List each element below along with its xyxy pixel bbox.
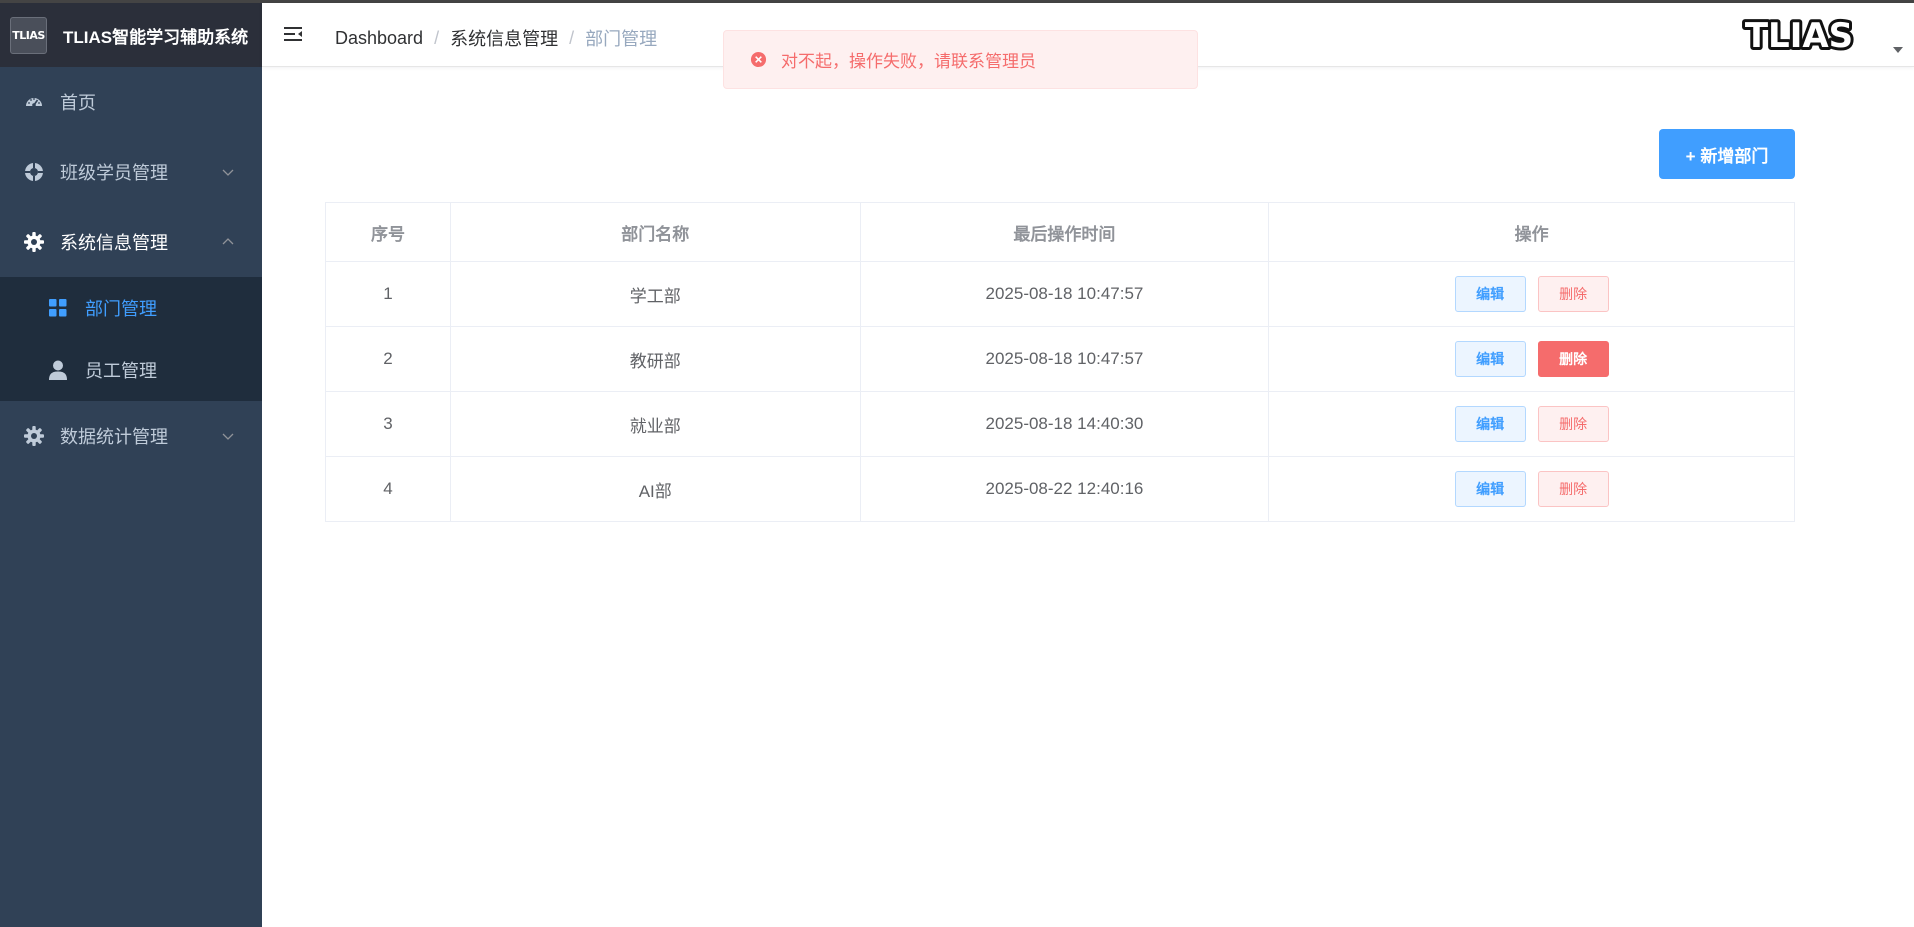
table-row: 4 AI部 2025-08-22 12:40:16 编辑 删除 <box>325 456 1795 522</box>
edit-button[interactable]: 编辑 <box>1454 406 1526 442</box>
breadcrumb-separator: / <box>434 27 440 48</box>
error-message-text: 对不起，操作失败，请联系管理员 <box>781 52 1036 71</box>
chevron-down-icon <box>222 433 234 440</box>
sidebar-item-home[interactable]: 首页 <box>0 67 262 137</box>
logo-mark: TLIAS <box>10 16 47 54</box>
breadcrumb-item-current: 部门管理 <box>585 29 658 49</box>
table-row: 2 教研部 2025-08-18 10:47:57 编辑 删除 <box>325 326 1795 392</box>
sidebar-item-department[interactable]: 部门管理 <box>0 277 262 339</box>
app-title: TLIAS智能学习辅助系统 <box>63 27 249 47</box>
grid-icon <box>47 297 69 319</box>
breadcrumb-item-system-info[interactable]: 系统信息管理 <box>450 25 558 51</box>
table-row: 1 学工部 2025-08-18 10:47:57 编辑 删除 <box>325 261 1795 327</box>
submenu-system-info: 部门管理 员工管理 <box>0 277 262 401</box>
sidebar: TLIAS TLIAS智能学习辅助系统 首页 班级学员管理 系统信息管理 部门管… <box>0 3 262 927</box>
delete-button[interactable]: 删除 <box>1537 471 1609 507</box>
add-department-button[interactable]: + 新增部门 <box>1659 129 1795 179</box>
user-icon <box>47 359 69 381</box>
cell-actions: 编辑 删除 <box>1268 456 1795 522</box>
sidebar-item-employee[interactable]: 员工管理 <box>0 339 262 401</box>
gear-icon <box>23 231 45 253</box>
breadcrumb: Dashboard / 系统信息管理 / 部门管理 <box>335 25 657 51</box>
help-circle-icon <box>23 161 45 183</box>
chevron-up-icon <box>222 238 234 245</box>
column-header-index: 序号 <box>325 202 451 262</box>
edit-button[interactable]: 编辑 <box>1454 471 1526 507</box>
sidebar-item-system-info[interactable]: 系统信息管理 <box>0 207 262 277</box>
sidebar-item-label: 班级学员管理 <box>60 163 168 183</box>
cell-name: 教研部 <box>450 326 861 392</box>
cell-index: 3 <box>325 391 451 457</box>
cell-index: 2 <box>325 326 451 392</box>
cell-index: 1 <box>325 261 451 327</box>
gear-icon <box>23 425 45 447</box>
edit-button[interactable]: 编辑 <box>1454 341 1526 377</box>
table-header-row: 序号 部门名称 最后操作时间 操作 <box>325 202 1795 262</box>
column-header-actions: 操作 <box>1268 202 1795 262</box>
cell-name: AI部 <box>450 456 861 522</box>
brand-logo[interactable]: TLIAS TLIAS <box>1734 16 1864 56</box>
error-circle-icon <box>750 51 767 68</box>
sidebar-item-label: 部门管理 <box>85 299 157 319</box>
brand-logo-text-fill: TLIAS <box>1745 16 1853 56</box>
column-header-updated: 最后操作时间 <box>859 202 1270 262</box>
error-message: 对不起，操作失败，请联系管理员 <box>723 30 1198 89</box>
table-row: 3 就业部 2025-08-18 14:40:30 编辑 删除 <box>325 391 1795 457</box>
cell-actions: 编辑 删除 <box>1268 261 1795 327</box>
delete-button[interactable]: 删除 <box>1537 341 1609 377</box>
cell-updated: 2025-08-18 14:40:30 <box>860 391 1270 457</box>
cell-updated: 2025-08-18 10:47:57 <box>860 261 1270 327</box>
sidebar-item-label: 员工管理 <box>85 361 157 381</box>
delete-button[interactable]: 删除 <box>1537 406 1609 442</box>
cell-name: 就业部 <box>450 391 861 457</box>
sidebar-item-data-statistics[interactable]: 数据统计管理 <box>0 401 262 471</box>
cell-name: 学工部 <box>450 261 861 327</box>
cell-actions: 编辑 删除 <box>1268 391 1795 457</box>
cell-index: 4 <box>325 456 451 522</box>
sidebar-item-label: 数据统计管理 <box>60 427 168 447</box>
chevron-down-icon <box>222 169 234 176</box>
sidebar-item-label: 首页 <box>60 93 96 113</box>
cell-actions: 编辑 删除 <box>1268 326 1795 392</box>
hamburger-icon[interactable] <box>282 23 306 47</box>
edit-button[interactable]: 编辑 <box>1454 276 1526 312</box>
column-header-name: 部门名称 <box>449 202 861 262</box>
cell-updated: 2025-08-18 10:47:57 <box>860 326 1270 392</box>
cell-updated: 2025-08-22 12:40:16 <box>860 456 1270 522</box>
dashboard-icon <box>23 91 45 113</box>
sidebar-item-label: 系统信息管理 <box>60 233 168 253</box>
sidebar-item-class-students[interactable]: 班级学员管理 <box>0 137 262 207</box>
sidebar-logo[interactable]: TLIAS TLIAS智能学习辅助系统 <box>0 3 262 67</box>
delete-button[interactable]: 删除 <box>1537 276 1609 312</box>
breadcrumb-item-dashboard[interactable]: Dashboard <box>335 28 423 49</box>
caret-down-icon[interactable] <box>1893 47 1903 53</box>
department-table: 序号 部门名称 最后操作时间 操作 1 学工部 2025-08-18 10:47… <box>325 202 1795 522</box>
breadcrumb-separator: / <box>569 27 575 48</box>
